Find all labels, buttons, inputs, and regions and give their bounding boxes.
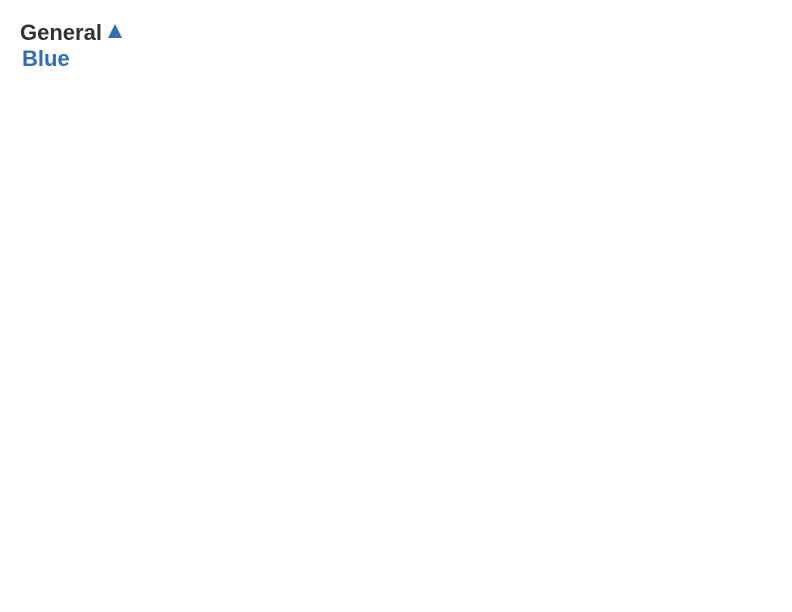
logo: General Blue [20, 20, 126, 72]
logo-line1: General [20, 20, 102, 46]
page-header: General Blue [20, 20, 772, 72]
logo-triangle-icon [104, 20, 126, 42]
logo-line2: Blue [22, 46, 70, 71]
